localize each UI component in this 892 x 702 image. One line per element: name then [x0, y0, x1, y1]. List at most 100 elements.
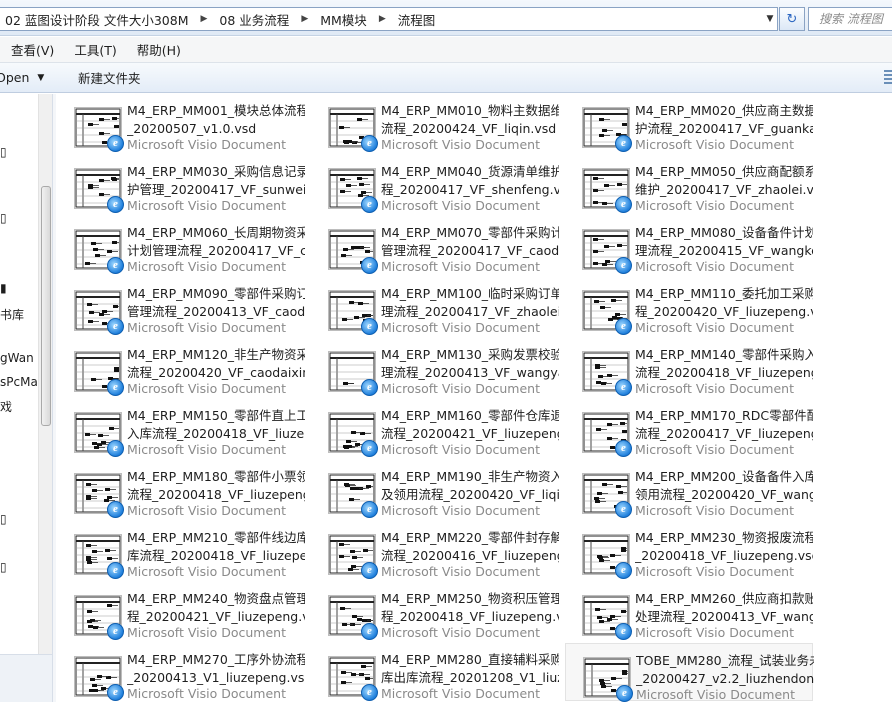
file-name: M4_ERP_MM100_临时采购订单管 理流程_20200417_VF_zhao…: [381, 285, 559, 321]
address-dropdown-icon[interactable]: ▼: [762, 7, 778, 31]
file-type: Microsoft Visio Document: [381, 625, 540, 640]
file-name: M4_ERP_MM280_直接辅料采购入 库出库流程_20201208_V1_li…: [381, 651, 559, 687]
breadcrumb-chevron-icon[interactable]: ▶: [195, 14, 214, 24]
view-options-icon[interactable]: [884, 70, 892, 84]
pane-splitter[interactable]: [52, 94, 56, 702]
file-name-line-1: M4_ERP_MM030_采购信息记录维: [127, 164, 305, 179]
file-item[interactable]: e M4_ERP_MM040_货源清单维护流 程_20200417_VF_shenf…: [311, 155, 559, 213]
file-name: M4_ERP_MM040_货源清单维护流 程_20200417_VF_shenfe…: [381, 163, 559, 199]
file-name: M4_ERP_MM230_物资报废流程 _20200418_VF_liuzepen…: [635, 529, 813, 565]
nav-item-games[interactable]: 戏: [0, 398, 12, 415]
file-item[interactable]: e M4_ERP_MM120_非生产物资采购 流程_20200420_VF_caod…: [57, 338, 305, 396]
file-item[interactable]: e M4_ERP_MM220_零部件封存解封 流程_20200416_VF_liuz…: [311, 521, 559, 579]
file-name-line-2: 理流程_20200417_VF_zhaolei.vsd: [381, 304, 559, 319]
file-item[interactable]: e M4_ERP_MM250_物资积压管理流 程_20200418_VF_liuze…: [311, 582, 559, 640]
file-name-line-2: 流程_20200421_VF_liuzepeng.v...: [381, 426, 559, 441]
file-name: M4_ERP_MM010_物料主数据维护 流程_20200424_VF_liqin…: [381, 102, 559, 138]
file-item[interactable]: e M4_ERP_MM280_直接辅料采购入 库出库流程_20201208_V1_l…: [311, 643, 559, 701]
menu-bar: 查看(V) 工具(T) 帮助(H): [0, 37, 892, 63]
file-item[interactable]: e M4_ERP_MM270_工序外协流程 _20200413_V1_liuzepe…: [57, 643, 305, 701]
file-name: M4_ERP_MM190_非生产物资入库 及领用流程_20200420_VF_li…: [381, 468, 559, 504]
menu-view[interactable]: 查看(V): [0, 40, 63, 59]
file-name: M4_ERP_MM220_零部件封存解封 流程_20200416_VF_liuze…: [381, 529, 559, 565]
file-item[interactable]: e M4_ERP_MM210_零部件线边库退 库流程_20200418_VF_liu…: [57, 521, 305, 579]
nav-scrollbar-thumb[interactable]: [41, 186, 51, 426]
file-item[interactable]: e M4_ERP_MM200_设备备件入库与 领用流程_20200420_VF_wa…: [565, 460, 813, 518]
breadcrumb-item[interactable]: MM模块: [314, 10, 373, 29]
file-name-line-2: 管理流程_20200413_VF_caodaix...: [127, 304, 305, 319]
file-item[interactable]: e M4_ERP_MM240_物资盘点管理流 程_20200421_VF_liuze…: [57, 582, 305, 640]
file-item[interactable]: e M4_ERP_MM070_零部件采购计划 管理流程_20200417_VF_ca…: [311, 216, 559, 274]
file-type: Microsoft Visio Document: [127, 320, 286, 335]
file-item[interactable]: e M4_ERP_MM080_设备备件计划管 理流程_20200415_VF_wan…: [565, 216, 813, 274]
ie-file-icon: e: [107, 257, 124, 274]
file-type: Microsoft Visio Document: [635, 625, 794, 640]
file-name-line-2: 护管理_20200417_VF_sunweimi...: [127, 182, 305, 197]
nav-fragment-icon[interactable]: ▯: [0, 560, 7, 574]
file-item[interactable]: e M4_ERP_MM060_长周期物资采购 计划管理流程_20200417_VF_…: [57, 216, 305, 274]
ie-file-icon: e: [615, 562, 632, 579]
breadcrumb-chevron-icon[interactable]: ▶: [373, 14, 392, 24]
nav-fragment-icon[interactable]: ▯: [0, 145, 7, 159]
file-name-line-2: 程_20200421_VF_liuzepeng.vsd: [127, 609, 305, 624]
file-item[interactable]: e M4_ERP_MM180_零部件小票领用 流程_20200418_VF_liuz…: [57, 460, 305, 518]
breadcrumb-chevron-icon[interactable]: ▶: [295, 14, 314, 24]
file-item[interactable]: e M4_ERP_MM170_RDC零部件配送 流程_20200417_VF_liu…: [565, 399, 813, 457]
file-type: Microsoft Visio Document: [127, 198, 286, 213]
file-item[interactable]: e M4_ERP_MM030_采购信息记录维 护管理_20200417_VF_sun…: [57, 155, 305, 213]
nav-item-library[interactable]: 书库: [0, 306, 24, 323]
nav-item-network[interactable]: sPcMa: [0, 375, 38, 389]
file-item[interactable]: e M4_ERP_MM150_零部件直上工位 入库流程_20200418_VF_li…: [57, 399, 305, 457]
file-name-line-1: M4_ERP_MM120_非生产物资采购: [127, 347, 305, 362]
file-item[interactable]: e M4_ERP_MM090_零部件采购订单 管理流程_20200413_VF_ca…: [57, 277, 305, 335]
file-item[interactable]: e M4_ERP_MM130_采购发票校验处 理流程_20200413_VF_wan…: [311, 338, 559, 396]
file-type: Microsoft Visio Document: [635, 259, 794, 274]
new-folder-button[interactable]: 新建文件夹: [78, 68, 141, 87]
file-item[interactable]: e M4_ERP_MM001_模块总体流程图 _20200507_v1.0.vsd M…: [57, 94, 305, 152]
address-box[interactable]: 02 蓝图设计阶段 文件大小308M ▶ 08 业务流程 ▶ MM模块 ▶ 流程…: [0, 7, 778, 31]
file-item[interactable]: e TOBE_MM280_流程_试装业务未来流程 _20200427_v2.2_li…: [565, 643, 814, 702]
breadcrumb-item[interactable]: 08 业务流程: [213, 10, 295, 29]
file-item[interactable]: e M4_ERP_MM100_临时采购订单管 理流程_20200417_VF_zha…: [311, 277, 559, 335]
file-name-line-1: M4_ERP_MM090_零部件采购订单: [127, 286, 305, 301]
file-name: M4_ERP_MM080_设备备件计划管 理流程_20200415_VF_wang…: [635, 224, 813, 260]
ie-file-icon: e: [361, 440, 378, 457]
file-name-line-1: M4_ERP_MM220_零部件封存解封: [381, 530, 559, 545]
open-button[interactable]: Open ▼: [0, 70, 44, 85]
file-item[interactable]: e M4_ERP_MM020_供应商主数据维 护流程_20200417_VF_gua…: [565, 94, 813, 152]
breadcrumb-item[interactable]: 02 蓝图设计阶段 文件大小308M: [0, 10, 195, 29]
refresh-icon: ↻: [786, 11, 798, 27]
file-name-line-2: 流程_20200424_VF_liqin.vsd: [381, 121, 557, 136]
file-name-line-2: 理流程_20200413_VF_wangyan....: [381, 365, 559, 380]
file-item[interactable]: e M4_ERP_MM050_供应商配额系数 维护_20200417_VF_zhao…: [565, 155, 813, 213]
file-item[interactable]: e M4_ERP_MM190_非生产物资入库 及领用流程_20200420_VF_l…: [311, 460, 559, 518]
file-name-line-1: M4_ERP_MM050_供应商配额系数: [635, 164, 813, 179]
ie-file-icon: e: [615, 440, 632, 457]
file-item[interactable]: e M4_ERP_MM110_委托加工采购流 程_20200420_VF_liuze…: [565, 277, 813, 335]
file-name-line-1: M4_ERP_MM010_物料主数据维护: [381, 103, 559, 118]
file-item[interactable]: e M4_ERP_MM260_供应商扣款账务 处理流程_20200413_VF_wa…: [565, 582, 813, 640]
navigation-pane: ▯ ▯ ▮ 书库 gWan sPcMa 戏 ▯ ▯: [0, 94, 40, 654]
nav-scrollbar[interactable]: [38, 94, 52, 654]
file-name-line-1: M4_ERP_MM210_零部件线边库退: [127, 530, 305, 545]
file-item[interactable]: e M4_ERP_MM230_物资报废流程 _20200418_VF_liuzepe…: [565, 521, 813, 579]
file-name: M4_ERP_MM050_供应商配额系数 维护_20200417_VF_zhaol…: [635, 163, 813, 199]
search-input[interactable]: 搜索 流程图: [808, 7, 892, 31]
nav-item-computer[interactable]: gWan: [0, 351, 34, 365]
file-item[interactable]: e M4_ERP_MM140_零部件采购入库 流程_20200418_VF_liuz…: [565, 338, 813, 396]
ie-file-icon: e: [107, 440, 124, 457]
menu-help[interactable]: 帮助(H): [126, 40, 190, 59]
file-item[interactable]: e M4_ERP_MM160_零部件仓库退货 流程_20200421_VF_liuz…: [311, 399, 559, 457]
file-name-line-1: M4_ERP_MM040_货源清单维护流: [381, 164, 559, 179]
breadcrumb-item[interactable]: 流程图: [392, 10, 442, 29]
ie-file-icon: e: [615, 257, 632, 274]
file-name-line-2: 流程_20200418_VF_liuzepeng.vsd: [635, 365, 813, 380]
nav-fragment-icon[interactable]: ▯: [0, 211, 7, 225]
menu-tools[interactable]: 工具(T): [63, 40, 125, 59]
file-type: Microsoft Visio Document: [127, 686, 286, 701]
open-label: Open: [0, 70, 30, 85]
refresh-button[interactable]: ↻: [779, 7, 805, 31]
file-item[interactable]: e M4_ERP_MM010_物料主数据维护 流程_20200424_VF_liqi…: [311, 94, 559, 152]
nav-fragment-icon[interactable]: ▯: [0, 512, 7, 526]
nav-fragment-icon[interactable]: ▮: [0, 281, 7, 295]
